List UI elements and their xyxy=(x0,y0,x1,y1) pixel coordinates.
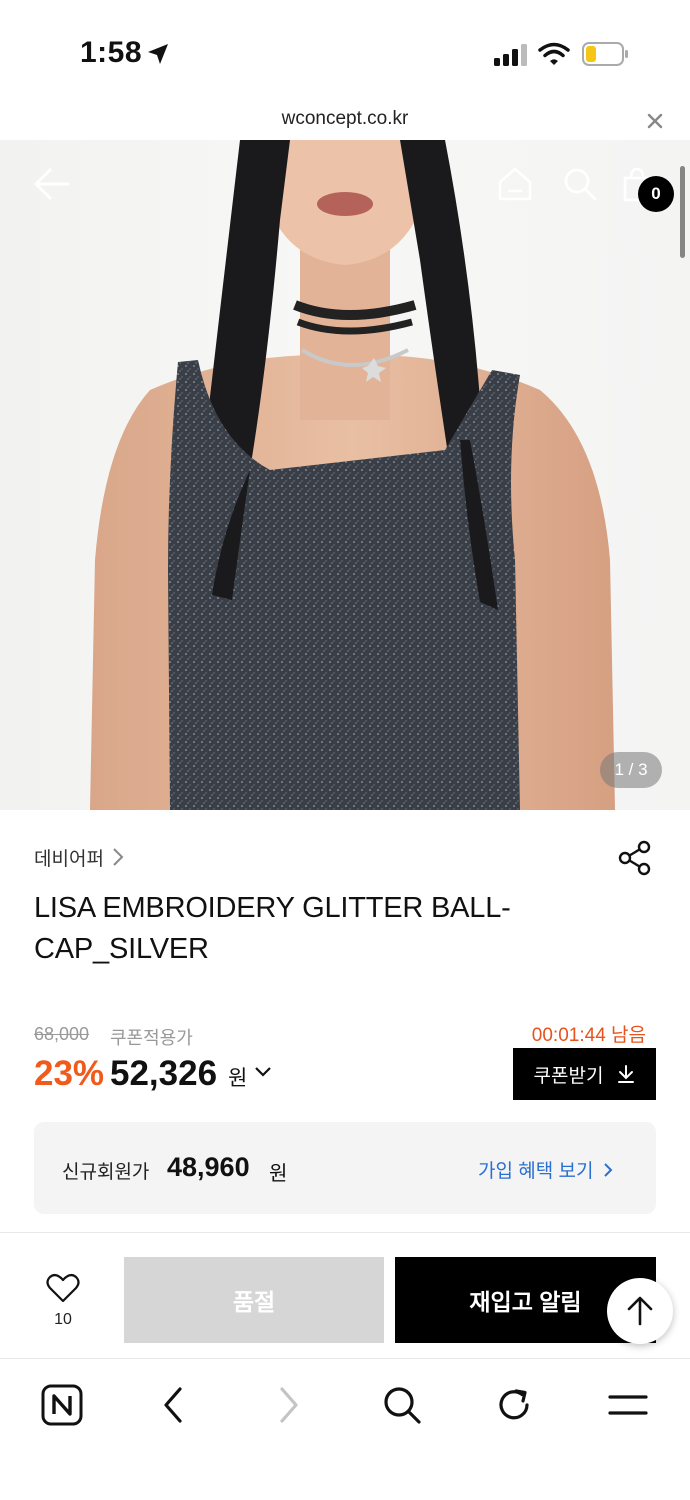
browser-toolbar xyxy=(0,1358,690,1500)
original-price: 68,000 xyxy=(34,1024,90,1044)
sold-out-button[interactable]: 품절 xyxy=(124,1257,384,1343)
signup-benefits-link[interactable]: 가입 혜택 보기 xyxy=(478,1156,613,1183)
like-button[interactable]: 10 xyxy=(38,1271,88,1331)
battery-icon xyxy=(582,42,628,66)
url-bar[interactable]: wconcept.co.kr xyxy=(0,100,690,140)
home-icon[interactable] xyxy=(496,166,534,202)
brand-link[interactable]: 데비어퍼 xyxy=(34,842,124,872)
brand-name: 데비어퍼 xyxy=(34,848,104,870)
coupon-price-label: 쿠폰적용가 xyxy=(110,1028,193,1048)
new-member-price-label: 신규회원가 xyxy=(62,1162,150,1183)
scrollbar-thumb[interactable] xyxy=(680,166,685,258)
purchase-action-bar: 10 품절 재입고 알림 xyxy=(0,1232,690,1358)
download-icon xyxy=(618,1065,635,1083)
new-member-price-box: 신규회원가 48,960 원 가입 혜택 보기 xyxy=(34,1122,656,1214)
wifi-icon xyxy=(538,42,570,65)
signup-benefits-label: 가입 혜택 보기 xyxy=(478,1161,594,1182)
status-time: 1:58 xyxy=(80,36,143,69)
product-photo xyxy=(90,140,615,810)
chevron-right-icon xyxy=(604,1162,613,1177)
coupon-countdown: 00:01:44 남음 xyxy=(531,1025,646,1046)
url-text: wconcept.co.kr xyxy=(281,108,409,129)
cart-count-badge[interactable]: 0 xyxy=(638,176,674,212)
get-coupon-label: 쿠폰받기 xyxy=(533,1065,604,1087)
like-count: 10 xyxy=(54,1311,72,1328)
menu-icon[interactable] xyxy=(606,1383,650,1427)
search-icon[interactable] xyxy=(380,1383,424,1427)
naver-home-icon[interactable] xyxy=(40,1383,84,1427)
sale-price: 52,326 xyxy=(110,1054,218,1093)
chevron-right-icon xyxy=(113,848,124,866)
forward-icon[interactable] xyxy=(266,1383,310,1427)
back-arrow-icon[interactable] xyxy=(32,166,72,202)
image-page-counter: 1 / 3 xyxy=(600,752,662,788)
sale-price-currency: 원 xyxy=(228,1067,248,1090)
chevron-down-icon[interactable] xyxy=(254,1066,272,1078)
location-arrow-icon xyxy=(148,44,168,64)
search-icon[interactable] xyxy=(562,166,598,202)
refresh-icon[interactable] xyxy=(492,1383,536,1427)
scroll-to-top-button[interactable] xyxy=(607,1278,673,1344)
new-member-price: 48,960 xyxy=(167,1152,250,1182)
get-coupon-button[interactable]: 쿠폰받기 xyxy=(513,1048,656,1100)
new-member-price-currency: 원 xyxy=(269,1163,288,1185)
arrow-up-icon xyxy=(627,1296,653,1326)
status-bar: 1:58 xyxy=(0,0,690,100)
cellular-signal-icon xyxy=(494,44,527,66)
discount-rate: 23% xyxy=(34,1054,105,1093)
product-image-gallery[interactable]: 0 1 / 3 xyxy=(0,140,690,810)
heart-icon xyxy=(46,1273,80,1303)
share-icon[interactable] xyxy=(618,840,652,876)
close-icon[interactable] xyxy=(644,110,666,132)
product-title: LISA EMBROIDERY GLITTER BALL-CAP_SILVER xyxy=(34,892,511,965)
back-icon[interactable] xyxy=(152,1383,196,1427)
